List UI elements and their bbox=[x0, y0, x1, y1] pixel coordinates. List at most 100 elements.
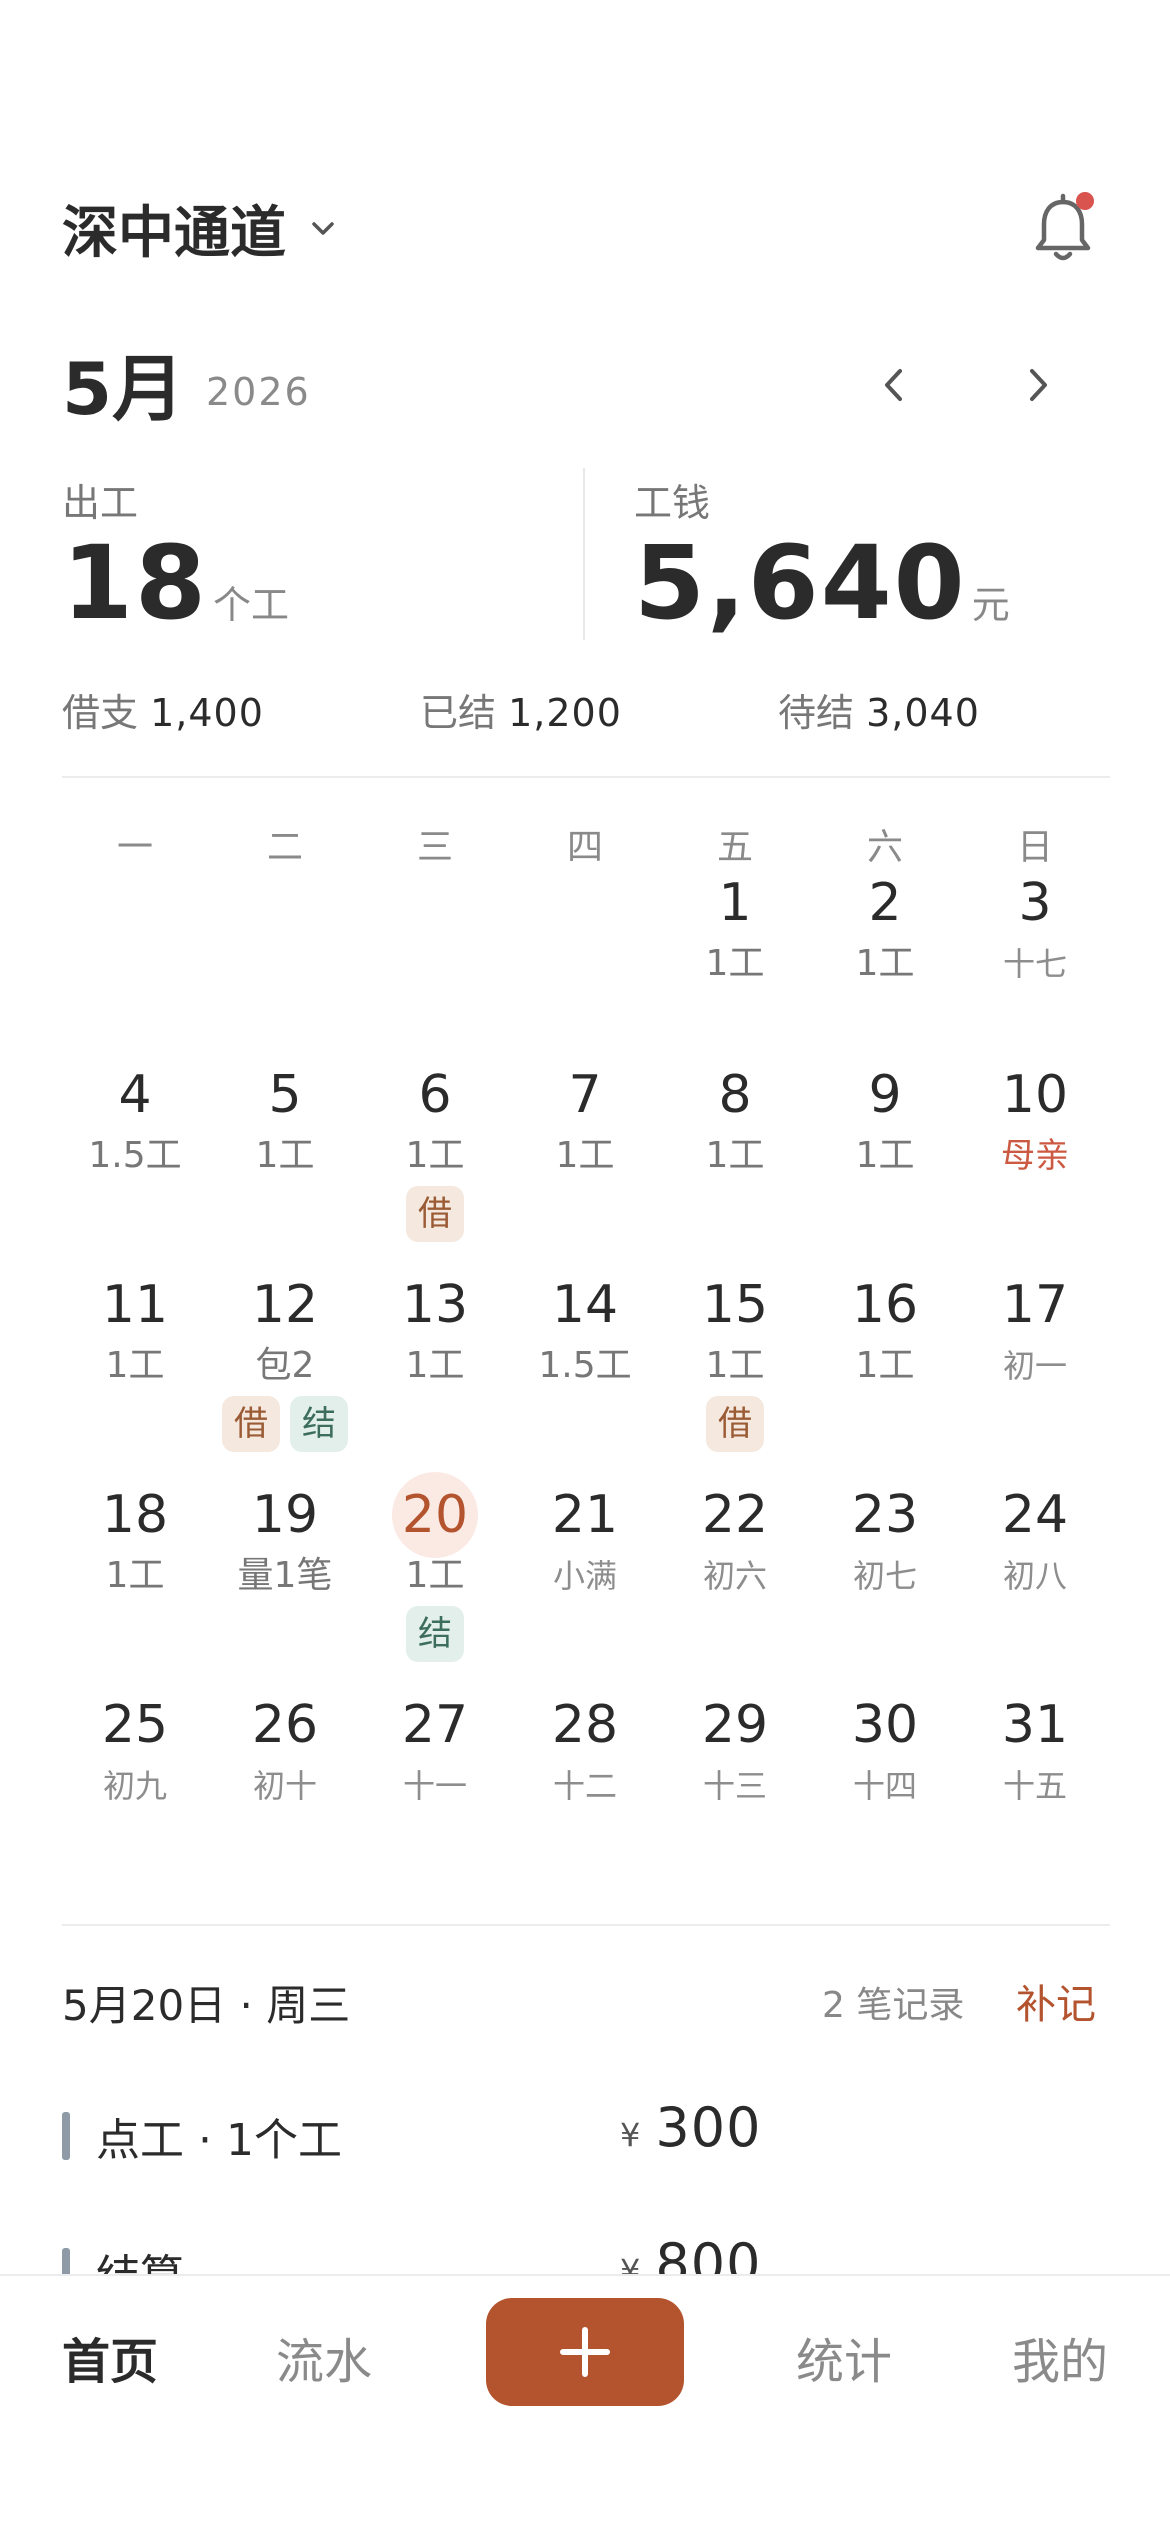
project-selector[interactable]: 深中通道 bbox=[62, 188, 338, 269]
day-tags: 结 bbox=[360, 1606, 510, 1662]
calendar-day[interactable]: 27 十一 bbox=[360, 1682, 510, 1892]
plus-icon bbox=[560, 2327, 610, 2377]
tab-flow[interactable]: 流水 bbox=[276, 2322, 372, 2392]
date-number: 23 bbox=[851, 1485, 919, 1545]
day-subtitle: 1工 bbox=[105, 1555, 165, 1596]
calendar-day[interactable]: 17 初一 bbox=[960, 1262, 1110, 1472]
date-number: 3 bbox=[1018, 873, 1052, 933]
day-subtitle: 初八 bbox=[1002, 1557, 1067, 1595]
calendar-day[interactable]: 30 十四 bbox=[810, 1682, 960, 1892]
tab-stats[interactable]: 统计 bbox=[796, 2322, 892, 2392]
day-subtitle: 母亲 bbox=[1001, 1136, 1069, 1176]
loan-tag: 借 bbox=[706, 1396, 764, 1452]
day-subtitle: 1工 bbox=[705, 943, 765, 984]
calendar-day[interactable]: 20 1工结 bbox=[360, 1472, 510, 1682]
date-number: 8 bbox=[718, 1065, 752, 1125]
calendar-day[interactable]: 13 1工 bbox=[360, 1262, 510, 1472]
day-subtitle: 十三 bbox=[702, 1767, 767, 1805]
calendar-day[interactable]: 2 1工 bbox=[810, 860, 960, 1070]
calendar-day[interactable]: 1 1工 bbox=[660, 860, 810, 1070]
tab-mine[interactable]: 我的 bbox=[1012, 2322, 1108, 2392]
day-subtitle: 1.5工 bbox=[538, 1345, 632, 1386]
day-subtitle: 1工 bbox=[405, 1345, 465, 1386]
calendar-day[interactable]: 7 1工 bbox=[510, 1052, 660, 1262]
day-subtitle: 1工 bbox=[855, 1135, 915, 1176]
calendar-day[interactable]: 25 初九 bbox=[60, 1682, 210, 1892]
day-subtitle: 十二 bbox=[552, 1767, 617, 1805]
notification-dot bbox=[1076, 192, 1094, 210]
day-subtitle: 初一 bbox=[1002, 1347, 1067, 1385]
calendar-day[interactable]: 19 量1笔 bbox=[210, 1472, 360, 1682]
calendar-day[interactable]: 22 初六 bbox=[660, 1472, 810, 1682]
work-label: 出工 bbox=[62, 481, 139, 525]
settled-tag: 结 bbox=[406, 1606, 464, 1662]
calendar-day[interactable]: 15 1工借 bbox=[660, 1262, 810, 1472]
calendar-day[interactable]: 8 1工 bbox=[660, 1052, 810, 1262]
day-tags: 借 bbox=[360, 1186, 510, 1242]
date-number: 19 bbox=[251, 1485, 319, 1545]
pending-stat: 待结 3,040 bbox=[778, 682, 980, 737]
calendar-day[interactable]: 28 十二 bbox=[510, 1682, 660, 1892]
date-number: 16 bbox=[851, 1275, 919, 1335]
divider bbox=[62, 776, 1110, 778]
tab-home[interactable]: 首页 bbox=[62, 2322, 158, 2392]
prev-month-button[interactable] bbox=[858, 350, 928, 420]
settled-tag: 结 bbox=[290, 1396, 348, 1452]
record-marker bbox=[62, 2112, 70, 2160]
day-subtitle: 初十 bbox=[252, 1767, 317, 1805]
date-number: 10 bbox=[1001, 1065, 1069, 1125]
calendar-day[interactable]: 18 1工 bbox=[60, 1472, 210, 1682]
add-record-link[interactable]: 补记 bbox=[1016, 1972, 1096, 2030]
day-subtitle: 1工 bbox=[555, 1135, 615, 1176]
calendar-day[interactable]: 14 1.5工 bbox=[510, 1262, 660, 1472]
settled-label: 已结 bbox=[420, 691, 497, 735]
calendar-day[interactable]: 3 十七 bbox=[960, 860, 1110, 1070]
today-date-number: 20 bbox=[392, 1472, 478, 1558]
day-subtitle: 1工 bbox=[255, 1135, 315, 1176]
record-title: 点工 · 1个工 bbox=[96, 2115, 342, 2166]
calendar-day[interactable]: 16 1工 bbox=[810, 1262, 960, 1472]
loan-tag: 借 bbox=[406, 1186, 464, 1242]
calendar-day[interactable]: 11 1工 bbox=[60, 1262, 210, 1472]
calendar-day[interactable]: 26 初十 bbox=[210, 1682, 360, 1892]
record-item[interactable]: 点工 · 1个工 bbox=[62, 2104, 342, 2168]
day-subtitle: 初六 bbox=[702, 1557, 767, 1595]
calendar-day[interactable]: 9 1工 bbox=[810, 1052, 960, 1262]
date-number: 13 bbox=[401, 1275, 469, 1335]
add-button[interactable] bbox=[486, 2298, 684, 2406]
date-number: 24 bbox=[1001, 1485, 1069, 1545]
calendar-day[interactable]: 23 初七 bbox=[810, 1472, 960, 1682]
calendar-day[interactable]: 4 1.5工 bbox=[60, 1052, 210, 1262]
calendar-day[interactable]: 10 母亲 bbox=[960, 1052, 1110, 1262]
summary-divider bbox=[583, 468, 585, 640]
calendar-day[interactable]: 6 1工借 bbox=[360, 1052, 510, 1262]
date-number: 29 bbox=[701, 1695, 769, 1755]
date-number: 25 bbox=[101, 1695, 169, 1755]
record-amount-value: 300 bbox=[655, 2096, 762, 2159]
calendar-day[interactable]: 12 包2 借结 bbox=[210, 1262, 360, 1472]
loan-label: 借支 bbox=[62, 691, 139, 735]
calendar-day[interactable]: 21 小满 bbox=[510, 1472, 660, 1682]
day-subtitle: 初九 bbox=[102, 1767, 167, 1805]
date-number: 12 bbox=[251, 1275, 319, 1335]
work-total: 18 个工 bbox=[62, 524, 289, 643]
calendar-day[interactable]: 5 1工 bbox=[210, 1052, 360, 1262]
next-month-button[interactable] bbox=[1004, 350, 1074, 420]
date-number: 7 bbox=[568, 1065, 602, 1125]
calendar-day[interactable]: 29 十三 bbox=[660, 1682, 810, 1892]
date-number: 22 bbox=[701, 1485, 769, 1545]
day-subtitle: 1工 bbox=[855, 943, 915, 984]
current-month: 5月 bbox=[62, 347, 185, 431]
project-name: 深中通道 bbox=[62, 201, 286, 266]
calendar-day[interactable]: 31 十五 bbox=[960, 1682, 1110, 1892]
calendar-day[interactable]: 24 初八 bbox=[960, 1472, 1110, 1682]
currency-symbol: ¥ bbox=[620, 2116, 642, 2154]
current-year: 2026 bbox=[206, 370, 311, 414]
day-subtitle: 1工 bbox=[855, 1345, 915, 1386]
chevron-right-icon bbox=[1030, 369, 1047, 401]
weekday-label: 一 bbox=[116, 827, 153, 868]
date-number: 21 bbox=[551, 1485, 619, 1545]
weekday-label: 四 bbox=[566, 827, 603, 868]
day-subtitle: 1工 bbox=[105, 1345, 165, 1386]
day-subtitle: 包2 bbox=[255, 1345, 315, 1386]
